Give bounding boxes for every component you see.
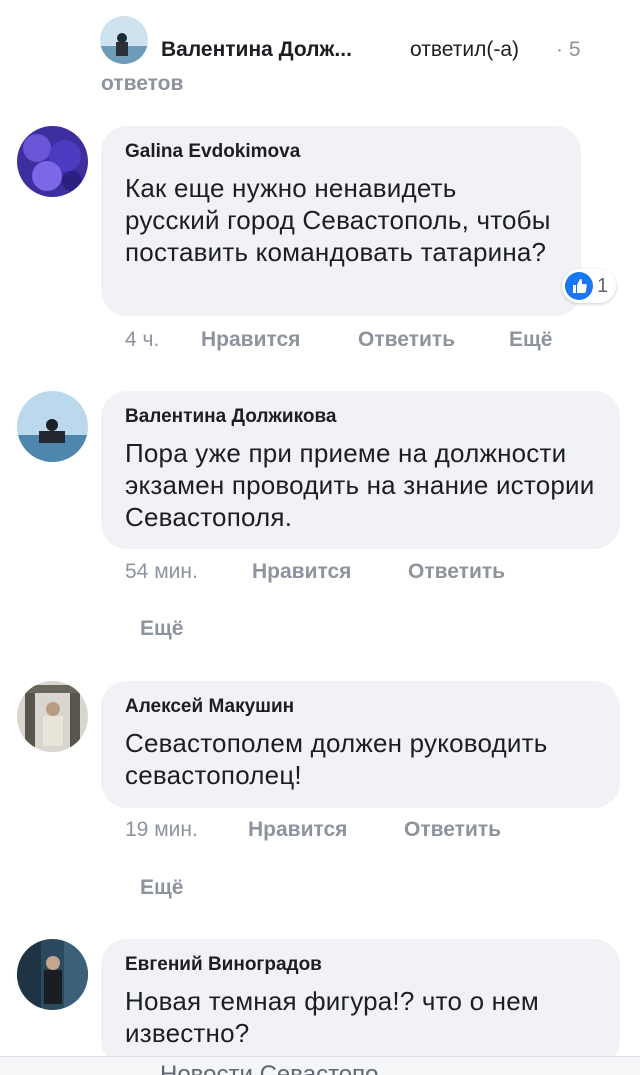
replies-label: ответов: [101, 72, 184, 95]
like-button[interactable]: Нравится: [201, 328, 300, 352]
avatar[interactable]: [17, 681, 88, 752]
more-button[interactable]: Ещё: [509, 328, 552, 352]
comment-time[interactable]: 4 ч.: [125, 328, 159, 352]
comment-text: Севастополем должен руководить севастопо…: [125, 728, 548, 790]
comment-author[interactable]: Galina Evdokimova: [125, 140, 557, 164]
avatar-photo: [17, 681, 88, 752]
avatar-photo: [100, 16, 148, 64]
avatar[interactable]: [17, 391, 88, 462]
reaction-badge[interactable]: 1: [562, 269, 617, 303]
comment-time[interactable]: 19 мин.: [125, 818, 198, 842]
reply-button[interactable]: Ответить: [358, 328, 455, 352]
avatar-photo: [17, 126, 88, 197]
like-button[interactable]: Нравится: [248, 818, 347, 842]
avatar[interactable]: [17, 939, 88, 1010]
reply-button[interactable]: Ответить: [408, 560, 505, 584]
comment-author[interactable]: Алексей Макушин: [125, 695, 596, 719]
comment-author[interactable]: Евгений Виноградов: [125, 953, 596, 977]
like-icon: [565, 272, 593, 300]
comment-bubble: Алексей Макушин Севастополем должен руко…: [101, 681, 620, 808]
comment-text: Новая темная фигура!? что о нем известно…: [125, 986, 539, 1048]
reply-action-text: ответил(-а): [410, 38, 519, 61]
comment-author[interactable]: Валентина Должикова: [125, 405, 596, 429]
reaction-count: 1: [597, 274, 609, 297]
comment-text: Пора уже при приеме на должности экзамен…: [125, 438, 595, 532]
avatar-photo: [17, 391, 88, 462]
reply-count: · 5: [556, 38, 581, 61]
page-name-label: Новости Севастопо...: [160, 1061, 399, 1075]
like-button[interactable]: Нравится: [252, 560, 351, 584]
comment-time[interactable]: 54 мин.: [125, 560, 198, 584]
replies-summary[interactable]: Валентина Долж... ответил(-а) · 5 ответо…: [100, 14, 620, 98]
avatar-photo: [17, 939, 88, 1010]
comment-bubble: Евгений Виноградов Новая темная фигура!?…: [101, 939, 620, 1066]
comment-bubble: Валентина Должикова Пора уже при приеме …: [101, 391, 620, 549]
comment-text: Как еще нужно ненавидеть русский город С…: [125, 173, 551, 267]
more-button[interactable]: Ещё: [140, 617, 183, 641]
comment-bubble: Galina Evdokimova Как еще нужно ненавиде…: [101, 126, 581, 316]
reply-author-name[interactable]: Валентина Долж...: [161, 38, 352, 62]
avatar: [100, 16, 148, 64]
more-button[interactable]: Ещё: [140, 876, 183, 900]
reply-button[interactable]: Ответить: [404, 818, 501, 842]
bottom-bar[interactable]: Новости Севастопо...: [0, 1056, 640, 1075]
avatar[interactable]: [17, 126, 88, 197]
